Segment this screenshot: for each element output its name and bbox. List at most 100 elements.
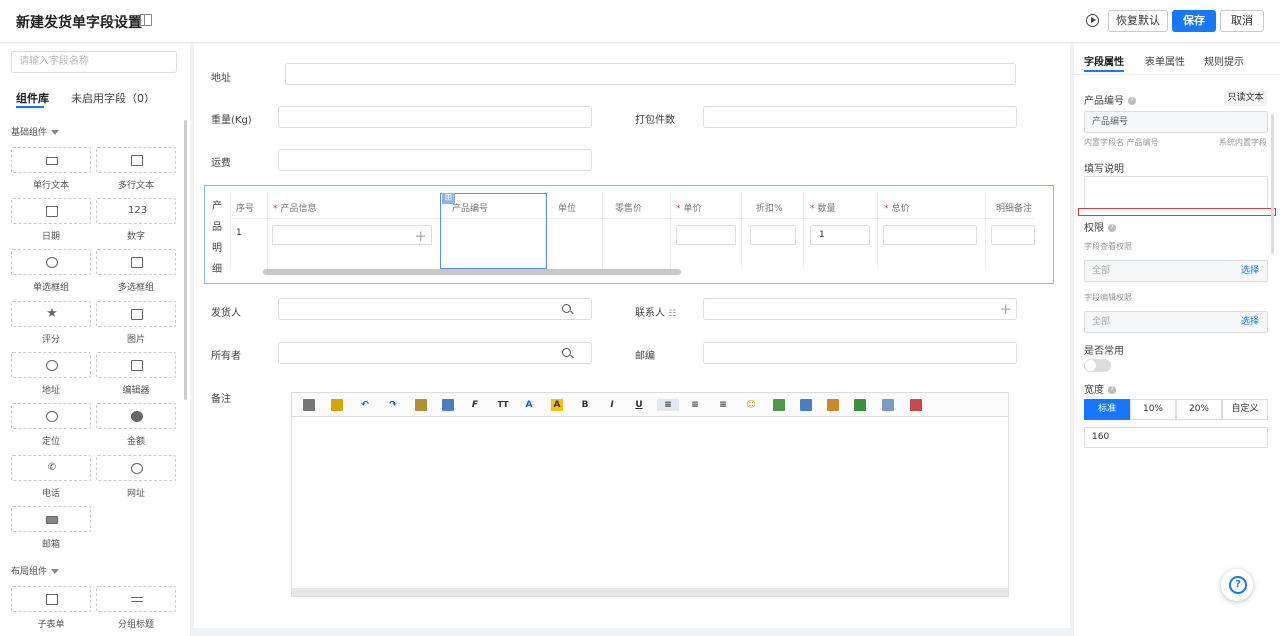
selected-column-product-code[interactable] <box>440 193 547 269</box>
component-number[interactable]: 123 数字 <box>96 198 176 246</box>
media-icon[interactable] <box>827 399 839 411</box>
zip-field[interactable] <box>703 342 1017 364</box>
address-field[interactable] <box>285 63 1016 85</box>
readonly-text-button[interactable]: 只读文本 <box>1224 90 1267 106</box>
help-icon[interactable]: ? <box>1108 224 1116 232</box>
align-left-icon[interactable]: ≡ <box>657 399 679 411</box>
attachment-icon[interactable] <box>854 399 866 411</box>
tab-form-properties[interactable]: 表单属性 <box>1145 53 1185 68</box>
component-single-line-text[interactable]: 单行文本 <box>11 147 91 195</box>
edit-permission-label: 字段编辑权限 <box>1084 293 1132 302</box>
add-plus-icon[interactable]: + <box>414 227 427 245</box>
save-button[interactable]: 保存 <box>1172 10 1216 32</box>
align-center-icon[interactable]: ≡ <box>689 399 701 411</box>
font-family-icon[interactable]: F <box>469 399 481 411</box>
col-unit: 单位 <box>558 204 577 214</box>
view-permission-field[interactable]: 全部 选择 <box>1084 260 1268 282</box>
component-group-title[interactable]: 分组标题 <box>96 586 176 634</box>
width-custom[interactable]: 自定义 <box>1222 399 1268 420</box>
cancel-button[interactable]: 取消 <box>1220 10 1264 32</box>
font-color-icon[interactable]: A <box>523 399 535 411</box>
preview-play-icon[interactable] <box>1086 14 1099 27</box>
source-icon[interactable] <box>303 399 315 411</box>
fill-description-textarea[interactable] <box>1084 176 1268 209</box>
help-icon[interactable]: ? <box>1128 97 1136 105</box>
width-20[interactable]: 20% <box>1176 399 1222 420</box>
component-date[interactable]: 日期 <box>11 198 91 246</box>
add-plus-icon[interactable]: + <box>999 300 1012 318</box>
tab-field-properties[interactable]: 字段属性 <box>1084 53 1124 72</box>
unit-price-cell[interactable] <box>676 225 736 245</box>
tab-rule-hints[interactable]: 规则提示 <box>1204 53 1244 68</box>
width-standard[interactable]: 标准 <box>1084 399 1130 420</box>
tab-disabled-fields[interactable]: 未启用字段（0） <box>71 90 155 106</box>
tab-component-library[interactable]: 组件库 <box>16 90 49 108</box>
italic-icon[interactable]: I <box>606 399 618 411</box>
component-rating[interactable]: ★ 评分 <box>11 301 91 349</box>
search-icon[interactable] <box>562 348 571 357</box>
link-icon[interactable] <box>882 399 894 411</box>
component-radio-group[interactable]: 单选框组 <box>11 249 91 297</box>
layout-icon[interactable] <box>140 14 152 26</box>
edit-permission-select[interactable]: 选择 <box>1241 312 1259 332</box>
field-name-input[interactable]: 产品编号 <box>1084 111 1268 133</box>
grid-horizontal-scrollbar[interactable] <box>263 269 681 275</box>
component-editor[interactable]: 编辑器 <box>96 352 176 400</box>
package-count-field[interactable] <box>703 106 1017 128</box>
field-search-input[interactable]: 请输入字段名称 <box>11 51 177 73</box>
component-multi-line-text[interactable]: 多行文本 <box>96 147 176 195</box>
editor-resize-bar[interactable] <box>292 588 1008 596</box>
component-subform[interactable]: 子表单 <box>11 586 91 634</box>
component-email[interactable]: 邮箱 <box>11 506 91 554</box>
layout-group-label[interactable]: 布局组件 <box>11 564 60 577</box>
width-value-input[interactable]: 160 <box>1084 427 1268 448</box>
restore-default-button[interactable]: 恢复默认 <box>1108 10 1168 32</box>
template-icon[interactable] <box>331 399 343 411</box>
component-phone[interactable]: ✆ 电话 <box>11 455 91 503</box>
component-checkbox-group[interactable]: 多选框组 <box>96 249 176 297</box>
freight-field[interactable] <box>278 149 592 171</box>
detail-remark-cell[interactable] <box>991 225 1035 245</box>
font-size-icon[interactable]: TT <box>497 399 509 411</box>
fullscreen-icon[interactable] <box>910 399 922 411</box>
search-icon[interactable] <box>562 304 571 313</box>
component-amount[interactable]: 金额 <box>96 403 176 451</box>
paste-text-icon[interactable] <box>442 399 454 411</box>
view-permission-select[interactable]: 选择 <box>1241 261 1259 281</box>
table-icon[interactable] <box>800 399 812 411</box>
component-url[interactable]: 网址 <box>96 455 176 503</box>
contact-field[interactable]: + <box>703 298 1017 320</box>
width-10[interactable]: 10% <box>1130 399 1176 420</box>
drag-handle-icon[interactable]: ⊞ <box>442 193 455 204</box>
insert-image-icon[interactable] <box>773 399 785 411</box>
product-detail-subform[interactable]: 产品明细 序号 * 产品信息 产品编号 单位 零售价 * 单价 折扣% * 数量 * 总… <box>204 185 1054 284</box>
underline-icon[interactable]: U <box>633 399 645 411</box>
edit-permission-field[interactable]: 全部 选择 <box>1084 311 1268 333</box>
common-toggle[interactable] <box>1084 359 1111 372</box>
paste-icon[interactable] <box>415 399 427 411</box>
remark-rich-editor[interactable]: ↶ ↷ F TT A A B I U ≡ ≡ ≡ ☺ <box>291 392 1009 597</box>
undo-icon[interactable]: ↶ <box>359 399 371 411</box>
product-info-cell[interactable]: + <box>272 225 432 245</box>
help-float-button[interactable] <box>1221 569 1253 601</box>
weight-field[interactable] <box>278 106 592 128</box>
emoji-icon[interactable]: ☺ <box>745 399 757 411</box>
view-permission-label: 字段查看权限 <box>1084 242 1132 251</box>
redo-icon[interactable]: ↷ <box>387 399 399 411</box>
discount-cell[interactable] <box>750 225 796 245</box>
bold-icon[interactable]: B <box>579 399 591 411</box>
owner-field[interactable] <box>278 342 592 364</box>
basic-group-label[interactable]: 基础组件 <box>11 125 60 138</box>
highlight-color-icon[interactable]: A <box>551 399 563 411</box>
checkbox-icon <box>131 257 143 268</box>
shipper-field[interactable] <box>278 298 592 320</box>
right-scrollbar[interactable] <box>1271 114 1274 254</box>
total-price-cell[interactable] <box>883 225 977 245</box>
component-address[interactable]: 地址 <box>11 352 91 400</box>
help-icon[interactable]: ? <box>1108 386 1116 394</box>
component-location[interactable]: 定位 <box>11 403 91 451</box>
component-image[interactable]: 图片 <box>96 301 176 349</box>
quantity-cell[interactable]: 1 <box>810 225 870 245</box>
left-scrollbar[interactable] <box>184 120 187 400</box>
align-right-icon[interactable]: ≡ <box>717 399 729 411</box>
